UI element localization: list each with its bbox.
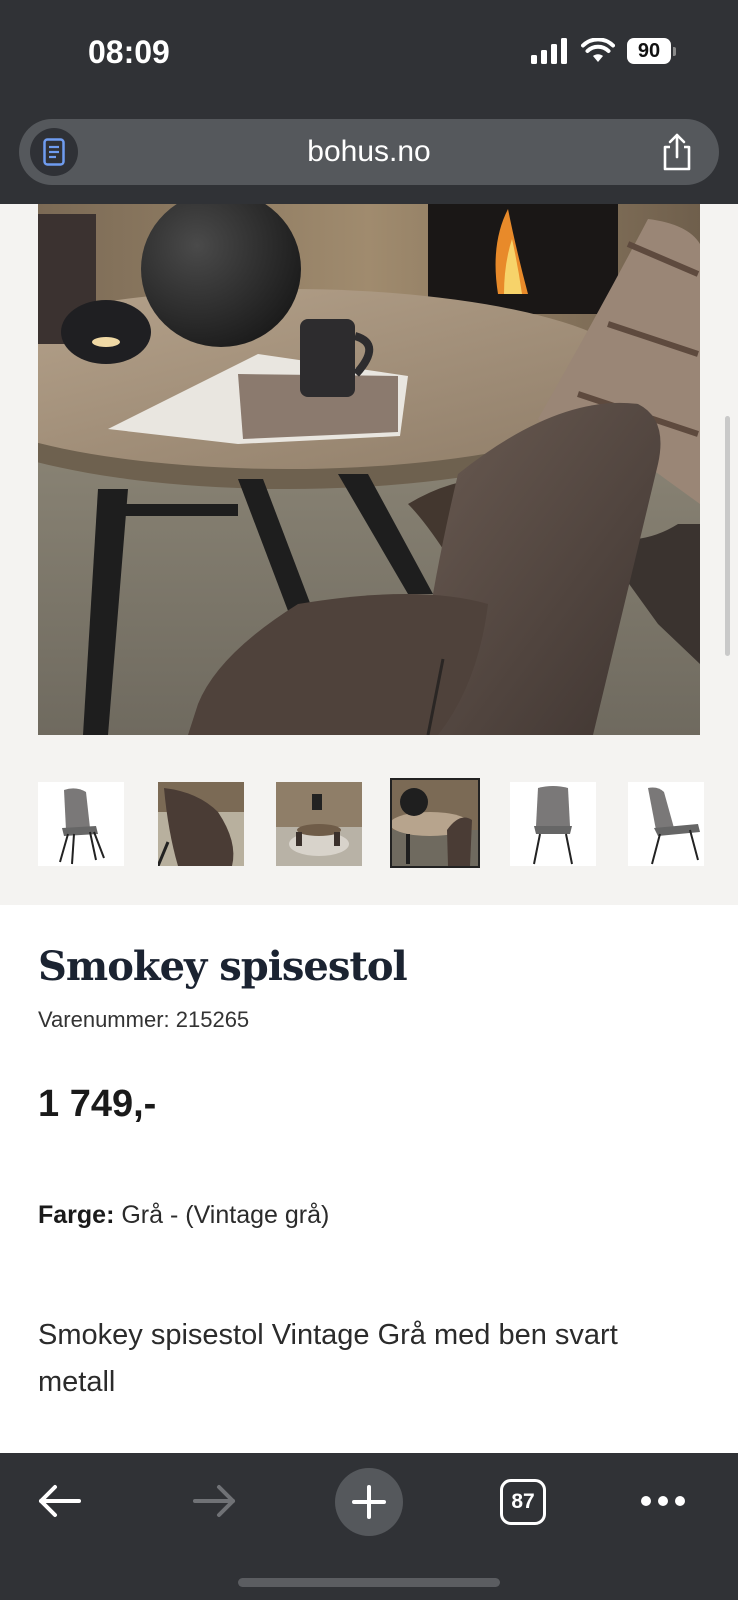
share-icon[interactable] xyxy=(659,132,695,172)
back-button[interactable] xyxy=(30,1481,90,1521)
more-menu-button[interactable] xyxy=(638,1483,688,1519)
chair-front-thumbnail xyxy=(533,786,573,865)
product-gallery xyxy=(0,204,738,905)
new-tab-button[interactable] xyxy=(335,1468,403,1536)
thumbnail-1[interactable] xyxy=(38,782,124,866)
signal-icon xyxy=(531,38,567,64)
product-info: Smokey spisestol Varenummer: 215265 1 74… xyxy=(0,905,738,1453)
battery-tip xyxy=(673,46,676,56)
thumbnail-3[interactable] xyxy=(276,782,362,866)
battery-level: 90 xyxy=(627,38,671,64)
forward-button[interactable] xyxy=(184,1481,244,1521)
status-time: 08:09 xyxy=(88,34,170,70)
battery-icon: 90 xyxy=(627,38,676,64)
scroll-indicator[interactable] xyxy=(725,416,730,656)
more-dots-icon xyxy=(641,1496,685,1506)
product-description: Smokey spisestol Vintage Grå med ben sva… xyxy=(38,1319,618,1398)
url-text[interactable]: bohus.no xyxy=(19,135,719,169)
wifi-icon xyxy=(581,38,615,62)
chair-angle-thumbnail xyxy=(648,787,700,865)
thumbnail-2[interactable] xyxy=(158,782,244,866)
thumbnail-5[interactable] xyxy=(510,782,596,866)
thumbnail-4-selected[interactable] xyxy=(390,778,480,868)
product-sku: Varenummer: 215265 xyxy=(38,1007,250,1032)
tabs-button[interactable]: 87 xyxy=(500,1479,546,1525)
top-chrome: 08:09 90 bohus.no xyxy=(0,0,738,204)
product-color: Farge: Grå - (Vintage grå) xyxy=(38,1201,329,1230)
product-title: Smokey spisestol xyxy=(38,943,408,990)
table-scene-thumbnail xyxy=(392,780,478,866)
dining-scene-image xyxy=(38,204,700,735)
dining-room-thumbnail xyxy=(276,782,362,866)
tab-count: 87 xyxy=(511,1490,535,1513)
product-main-image[interactable] xyxy=(38,204,700,735)
status-icons: 90 xyxy=(531,38,676,64)
thumbnail-6[interactable] xyxy=(628,782,704,866)
home-indicator[interactable] xyxy=(238,1578,500,1587)
thumbnail-strip[interactable] xyxy=(38,778,704,870)
arrow-right-icon xyxy=(193,1485,235,1517)
plus-icon xyxy=(352,1485,386,1519)
chair-closeup-thumbnail xyxy=(158,782,244,866)
color-label: Farge: xyxy=(38,1201,115,1229)
address-bar[interactable]: bohus.no xyxy=(19,119,719,185)
chair-side-thumbnail xyxy=(59,788,105,865)
product-price: 1 749,- xyxy=(38,1083,157,1125)
color-value: Grå - (Vintage grå) xyxy=(121,1201,330,1229)
arrow-left-icon xyxy=(39,1485,81,1517)
